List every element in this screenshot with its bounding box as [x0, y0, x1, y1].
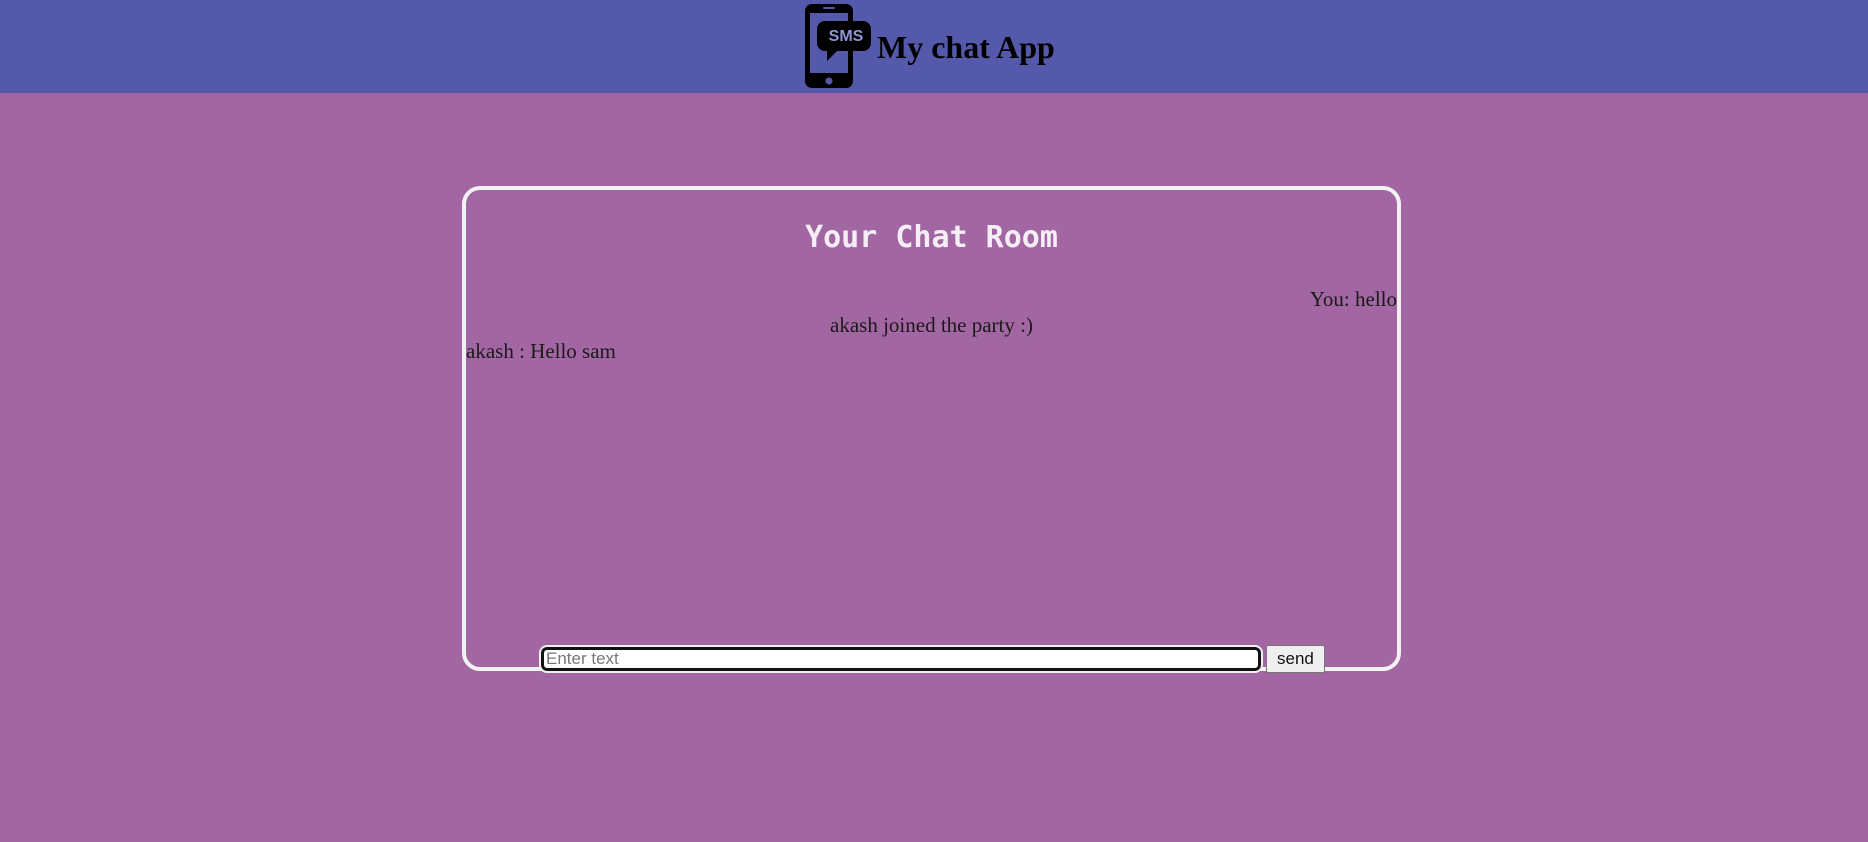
- phone-sms-icon: SMS: [803, 3, 873, 89]
- message-composer: send: [539, 645, 1325, 673]
- logo-graphic: SMS: [805, 4, 871, 88]
- app-header: SMS My chat App: [0, 0, 1868, 93]
- app-title: My chat App: [877, 28, 1055, 65]
- message-system: akash joined the party :): [830, 313, 1033, 337]
- message-input[interactable]: [539, 645, 1263, 673]
- message-incoming: akash : Hello sam: [466, 339, 616, 363]
- chat-room-title: Your Chat Room: [805, 220, 1058, 255]
- message-own: You: hello: [1309, 287, 1397, 311]
- chat-room-panel: Your Chat Room You: hello akash joined t…: [462, 186, 1401, 673]
- sms-badge-text: SMS: [829, 28, 864, 45]
- send-button[interactable]: send: [1266, 645, 1325, 673]
- brand: SMS My chat App: [803, 3, 1055, 89]
